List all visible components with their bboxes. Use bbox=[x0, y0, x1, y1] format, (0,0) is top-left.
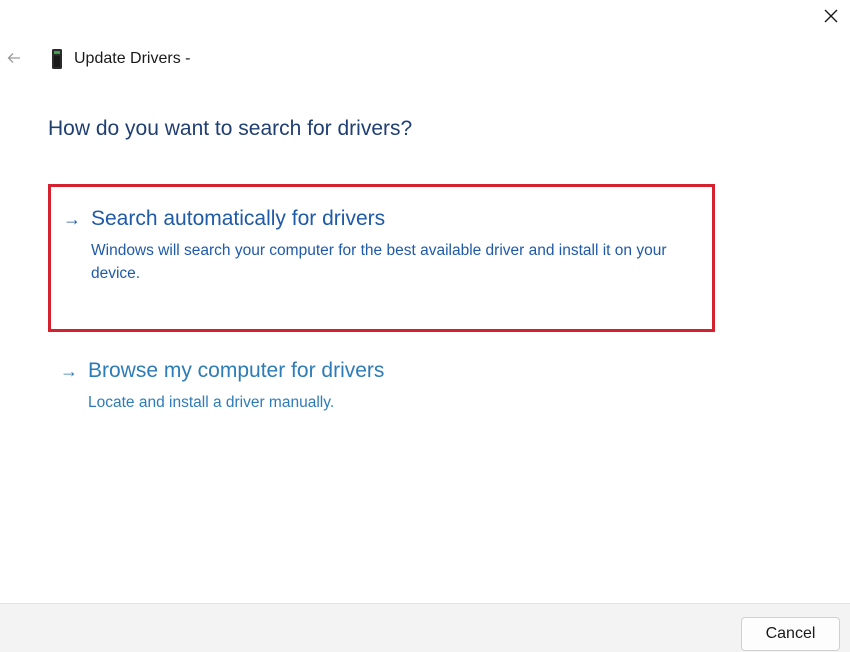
option-description: Windows will search your computer for th… bbox=[91, 242, 667, 282]
close-button[interactable] bbox=[812, 0, 850, 32]
search-automatically-option[interactable]: → Search automatically for drivers Windo… bbox=[48, 184, 715, 332]
window-title: Update Drivers - bbox=[74, 50, 191, 67]
title-bar: Update Drivers - bbox=[48, 47, 190, 71]
close-icon bbox=[824, 9, 838, 23]
option-header: → Browse my computer for drivers bbox=[60, 359, 715, 383]
page-question: How do you want to search for drivers? bbox=[48, 117, 413, 140]
browse-computer-option[interactable]: → Browse my computer for drivers Locate … bbox=[48, 356, 715, 426]
footer-bar: Cancel bbox=[0, 603, 850, 652]
option-title: Search automatically for drivers bbox=[91, 207, 386, 230]
device-icon bbox=[48, 47, 66, 71]
arrow-right-icon: → bbox=[63, 208, 81, 229]
option-header: → Search automatically for drivers bbox=[63, 207, 712, 231]
back-arrow-icon bbox=[7, 53, 20, 63]
option-title: Browse my computer for drivers bbox=[88, 359, 385, 382]
back-button[interactable] bbox=[2, 46, 26, 70]
cancel-button[interactable]: Cancel bbox=[741, 617, 840, 651]
option-description: Locate and install a driver manually. bbox=[88, 394, 335, 411]
arrow-right-icon: → bbox=[60, 360, 78, 381]
